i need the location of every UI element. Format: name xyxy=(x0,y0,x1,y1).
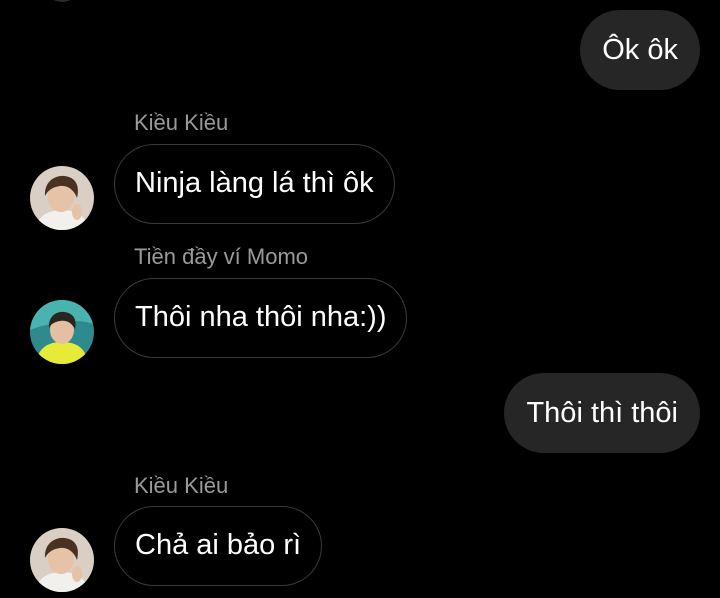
incoming-message-bubble[interactable]: Chả ai bảo rì xyxy=(114,506,323,586)
sender-name: Kiều Kiều xyxy=(134,110,229,135)
user-avatar-icon[interactable] xyxy=(30,300,94,364)
sender-name: Kiều Kiều xyxy=(134,473,229,498)
message-text: Thôi nha thôi nha:)) xyxy=(135,301,387,333)
incoming-message-bubble[interactable]: Ninja làng lá thì ôk xyxy=(114,144,395,224)
user-avatar-icon[interactable] xyxy=(30,528,94,592)
user-avatar-icon[interactable] xyxy=(30,166,94,230)
outgoing-message-bubble[interactable]: Ôk ôk xyxy=(580,10,700,90)
outgoing-message-bubble[interactable]: Thôi thì thôi xyxy=(504,373,700,453)
incoming-message-bubble[interactable]: Thôi nha thôi nha:)) xyxy=(114,278,408,358)
message-text: Chả ai bảo rì xyxy=(135,529,302,561)
message-text: Thôi thì thôi xyxy=(526,397,678,429)
user-avatar-icon xyxy=(44,0,80,2)
message-text: Ôk ôk xyxy=(602,34,678,66)
sender-name: Tiền đầy ví Momo xyxy=(134,244,309,269)
message-text: Ninja làng lá thì ôk xyxy=(135,167,374,199)
